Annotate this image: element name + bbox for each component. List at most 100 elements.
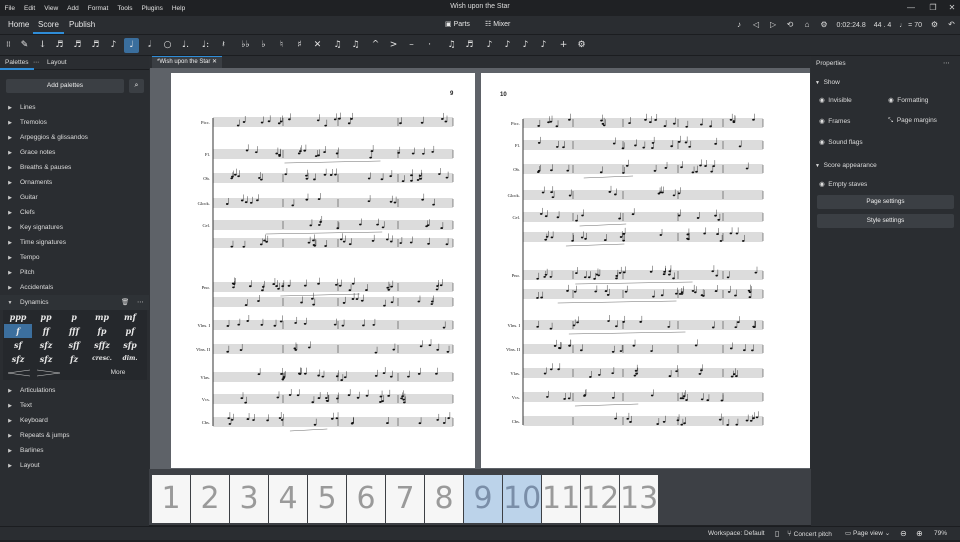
rest-icon[interactable]: 𝄽: [216, 38, 231, 53]
dynamics-more-button[interactable]: More: [103, 367, 133, 379]
double-sharp-icon[interactable]: ✕: [310, 38, 325, 53]
zoom-level[interactable]: 79%: [934, 527, 947, 541]
toggle-empty-staves[interactable]: ◉ Empty staves: [819, 180, 867, 188]
voice-1-icon[interactable]: ♪: [482, 38, 497, 53]
loop-icon[interactable]: ⟲: [782, 17, 799, 33]
natural-icon[interactable]: ♮: [274, 38, 289, 53]
dynamic-fff[interactable]: fff: [60, 324, 88, 338]
voice-2-icon[interactable]: ♪: [500, 38, 515, 53]
dynamic-ppp[interactable]: ppp: [4, 310, 32, 324]
dynamic-p[interactable]: p: [60, 310, 88, 324]
document-tab[interactable]: *Wish upon the Star ✕: [152, 56, 223, 68]
zoom-in-icon[interactable]: ⊕: [916, 527, 923, 541]
thirtysecond-note-icon[interactable]: ♬: [70, 38, 85, 53]
metronome-icon[interactable]: ⌂: [799, 17, 816, 33]
midi-input-icon[interactable]: ♪: [731, 17, 748, 33]
page-settings-button[interactable]: Page settings: [817, 195, 954, 209]
voice-4-icon[interactable]: ♪: [536, 38, 551, 53]
palette-time-signatures[interactable]: ▶ Time signatures: [0, 235, 149, 250]
thumbnail-page[interactable]: 1: [152, 475, 190, 523]
dynamic-pp[interactable]: pp: [32, 310, 60, 324]
dynamic-sfz-3[interactable]: sfz: [32, 352, 60, 366]
menu-edit[interactable]: Edit: [19, 5, 39, 12]
palette-key-signatures[interactable]: ▶ Key signatures: [0, 220, 149, 235]
parts-button[interactable]: ▣ Parts: [440, 16, 475, 34]
toolbar-settings-icon[interactable]: ⚙: [574, 38, 589, 53]
menu-plugins[interactable]: Plugins: [137, 5, 167, 12]
sixtyfourth-note-icon[interactable]: ♬: [52, 38, 67, 53]
thumbnail-page-current[interactable]: 9: [464, 475, 502, 523]
eighth-note-icon[interactable]: ♪: [106, 38, 121, 53]
concert-pitch-toggle[interactable]: ⑂ Concert pitch: [787, 527, 832, 541]
zoom-out-icon[interactable]: ⊖: [900, 527, 907, 541]
palette-pitch[interactable]: ▶ Pitch: [0, 265, 149, 280]
thumbnail-page[interactable]: 7: [386, 475, 424, 523]
palette-guitar[interactable]: ▶ Guitar: [0, 190, 149, 205]
dynamic-sfp[interactable]: sfp: [116, 338, 144, 352]
augmentation-dot-icon[interactable]: ♩.: [178, 38, 193, 53]
close-icon[interactable]: ✕: [946, 2, 958, 14]
properties-menu-icon[interactable]: ⋯: [943, 59, 950, 67]
play-icon[interactable]: ▷: [765, 17, 782, 33]
tab-home[interactable]: Home: [3, 16, 34, 34]
dynamic-sff[interactable]: sff: [60, 338, 88, 352]
thumbnail-page[interactable]: 3: [230, 475, 268, 523]
thumbnail-page[interactable]: 4: [269, 475, 307, 523]
undo-icon[interactable]: ↶: [943, 17, 960, 33]
double-dot-icon[interactable]: ♩:: [198, 38, 213, 53]
menu-add[interactable]: Add: [63, 5, 84, 12]
toggle-sound-flags[interactable]: ◉ Sound flags: [819, 138, 863, 146]
flip-direction-icon[interactable]: ♬: [462, 38, 477, 53]
palette-keyboard[interactable]: ▶ Keyboard: [0, 413, 149, 428]
tuplet-icon[interactable]: ♫: [444, 38, 459, 53]
palette-tempo[interactable]: ▶ Tempo: [0, 250, 149, 265]
whole-note-icon[interactable]: ○: [160, 38, 175, 53]
menu-format[interactable]: Format: [83, 5, 113, 12]
hairpin-icons[interactable]: [5, 367, 63, 379]
tie-icon[interactable]: ♫: [330, 38, 345, 53]
palette-articulations[interactable]: ▶ Articulations: [0, 383, 149, 398]
staccato-icon[interactable]: ·: [422, 38, 437, 53]
dynamic-sffz[interactable]: sffz: [88, 338, 116, 352]
palette-more-icon[interactable]: ⋯: [137, 295, 144, 310]
page-navigator[interactable]: 1 2 3 4 5 6 7 8 9 10 11 12 13: [149, 469, 811, 525]
add-palettes-button[interactable]: Add palettes: [6, 79, 124, 93]
palette-search-icon[interactable]: ⌕: [129, 79, 144, 93]
dynamic-fz[interactable]: fz: [60, 352, 88, 366]
palette-barlines[interactable]: ▶ Barlines: [0, 443, 149, 458]
palette-clefs[interactable]: ▶ Clefs: [0, 205, 149, 220]
menu-tools[interactable]: Tools: [113, 5, 137, 12]
slur-icon[interactable]: ♫: [348, 38, 363, 53]
score-page-10[interactable]: Picc. Fl. Ob. Glock. Cel. Pno. Vlns. I Vlns. II…: [481, 73, 810, 468]
tab-layout[interactable]: Layout: [42, 56, 72, 70]
half-note-icon[interactable]: 𝅗𝅥: [142, 38, 157, 53]
tenuto-icon[interactable]: –: [404, 38, 419, 53]
palette-text[interactable]: ▶ Text: [0, 398, 149, 413]
workspace-selector[interactable]: Workspace: Default: [708, 527, 765, 541]
toggle-frames[interactable]: ◉ Frames: [819, 117, 850, 125]
tab-score[interactable]: Score: [33, 16, 64, 34]
thumbnail-page[interactable]: 8: [425, 475, 463, 523]
dynamic-f[interactable]: f: [4, 324, 32, 338]
dynamic-fp[interactable]: fp: [88, 324, 116, 338]
thumbnail-page[interactable]: 12: [581, 475, 619, 523]
marcato-icon[interactable]: ^: [368, 38, 383, 53]
palette-accidentals[interactable]: ▶ Accidentals: [0, 280, 149, 295]
close-tab-icon[interactable]: ✕: [212, 59, 217, 65]
palette-layout[interactable]: ▶ Layout: [0, 458, 149, 473]
menu-view[interactable]: View: [40, 5, 63, 12]
dynamic-mf[interactable]: mf: [116, 310, 144, 324]
note-input-pen-icon[interactable]: ✎: [17, 38, 32, 53]
quarter-note-icon[interactable]: ♩: [124, 38, 139, 53]
flat-icon[interactable]: ♭: [256, 38, 271, 53]
palette-grace-notes[interactable]: ▶ Grace notes: [0, 145, 149, 160]
toggle-formatting[interactable]: ◉ Formatting: [888, 96, 928, 104]
dynamic-sfz[interactable]: sfz: [32, 338, 60, 352]
add-icon[interactable]: +: [556, 38, 571, 53]
thumbnail-page[interactable]: 6: [347, 475, 385, 523]
dynamic-pf[interactable]: pf: [116, 324, 144, 338]
palette-lines[interactable]: ▶ Lines: [0, 100, 149, 115]
voice-3-icon[interactable]: ♪: [518, 38, 533, 53]
thumbnail-page[interactable]: 2: [191, 475, 229, 523]
maximize-icon[interactable]: ❐: [927, 2, 939, 14]
